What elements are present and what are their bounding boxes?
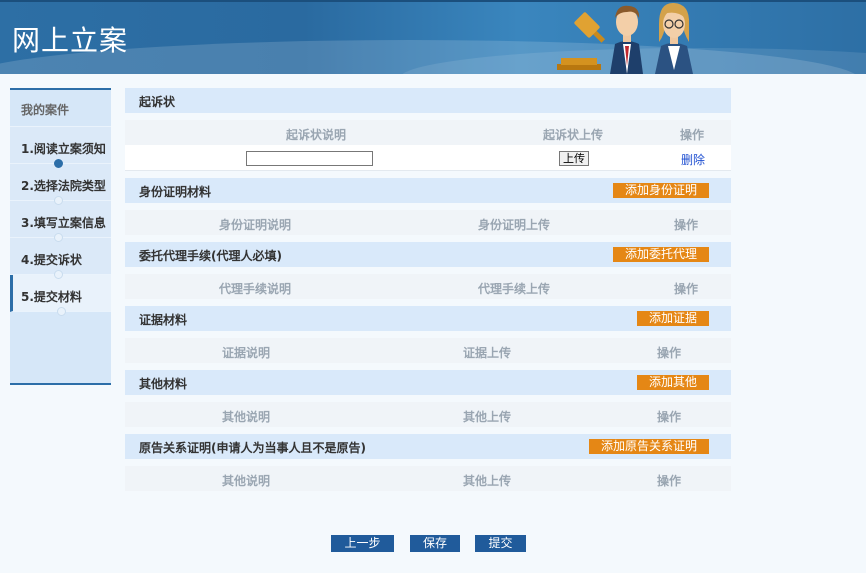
upload-button[interactable]: 上传: [559, 151, 589, 166]
sidebar-step-label: 4.提交诉状: [21, 253, 82, 267]
section-agent-header: 委托代理手续(代理人必填) 添加委托代理: [125, 242, 731, 267]
column-header: 证据说明: [221, 346, 271, 360]
step-dot-icon: [54, 196, 63, 205]
sidebar-step-case-info[interactable]: 3.填写立案信息: [10, 201, 111, 242]
step-dot-icon: [54, 159, 63, 168]
woman-figure: [655, 2, 693, 74]
add-evidence-button[interactable]: 添加证据: [636, 311, 709, 326]
sidebar-step-materials[interactable]: 5.提交材料: [10, 275, 111, 316]
sidebar-step-complaint[interactable]: 4.提交诉状: [10, 238, 111, 279]
section-title: 其他材料: [139, 377, 188, 391]
add-other-button[interactable]: 添加其他: [636, 375, 709, 390]
complaint-description-input[interactable]: [246, 151, 373, 166]
column-header: 其他说明: [221, 474, 271, 488]
column-header-row: 其他说明 其他上传 操作: [125, 402, 731, 427]
section-evidence-header: 证据材料 添加证据: [125, 306, 731, 331]
sidebar-step-court-type[interactable]: 2.选择法院类型: [10, 164, 111, 205]
column-header: 代理手续上传: [477, 282, 551, 296]
sidebar-step-label: 1.阅读立案须知: [21, 142, 106, 156]
column-header: 操作: [673, 282, 699, 296]
add-relation-button[interactable]: 添加原告关系证明: [588, 439, 709, 454]
column-header: 身份证明说明: [218, 218, 292, 232]
column-header-row: 起诉状说明 起诉状上传 操作: [125, 120, 731, 145]
section-title: 起诉状: [139, 95, 176, 109]
complaint-upload-row: 上传 删除: [125, 145, 731, 171]
section-relation-header: 原告关系证明(申请人为当事人且不是原告) 添加原告关系证明: [125, 434, 731, 459]
column-header: 其他上传: [462, 474, 512, 488]
step-dot-icon: [54, 270, 63, 279]
column-header: 操作: [656, 474, 682, 488]
column-header-row: 身份证明说明 身份证明上传 操作: [125, 210, 731, 235]
submit-button[interactable]: 提交: [475, 535, 526, 552]
column-header-row: 代理手续说明 代理手续上传 操作: [125, 274, 731, 299]
banner-top-line: [0, 0, 866, 2]
step-dot-icon: [54, 233, 63, 242]
section-identity-header: 身份证明材料 添加身份证明: [125, 178, 731, 203]
column-header: 起诉状说明: [285, 128, 347, 142]
add-agent-button[interactable]: 添加委托代理: [612, 247, 709, 262]
column-header: 其他上传: [462, 410, 512, 424]
section-other-header: 其他材料 添加其他: [125, 370, 731, 395]
gavel-icon: [557, 12, 606, 70]
column-header: 操作: [673, 218, 699, 232]
sidebar-step-label: 2.选择法院类型: [21, 179, 106, 193]
column-header: 操作: [679, 128, 705, 142]
step-dot-icon: [57, 307, 66, 316]
sidebar-step-label: 3.填写立案信息: [21, 216, 106, 230]
column-header: 其他说明: [221, 410, 271, 424]
column-header: 操作: [656, 346, 682, 360]
man-figure: [610, 5, 643, 74]
column-header: 证据上传: [462, 346, 512, 360]
materials-form: 起诉状 起诉状说明 起诉状上传 操作 上传 删除 身份证明材料 添加身份证明 身…: [125, 88, 731, 491]
column-header: 操作: [656, 410, 682, 424]
add-identity-button[interactable]: 添加身份证明: [612, 183, 709, 198]
column-header: 代理手续说明: [218, 282, 292, 296]
sidebar-heading: 我的案件: [10, 90, 111, 127]
sidebar-step-label: 5.提交材料: [21, 290, 82, 304]
section-title: 证据材料: [139, 313, 188, 327]
section-title: 原告关系证明(申请人为当事人且不是原告): [139, 441, 366, 455]
save-button[interactable]: 保存: [410, 535, 460, 552]
column-header: 起诉状上传: [542, 128, 604, 142]
delete-link[interactable]: 删除: [681, 151, 705, 168]
header-banner: 网上立案: [0, 0, 866, 74]
column-header-row: 其他说明 其他上传 操作: [125, 466, 731, 491]
section-title: 身份证明材料: [139, 185, 212, 199]
column-header: 身份证明上传: [477, 218, 551, 232]
column-header-row: 证据说明 证据上传 操作: [125, 338, 731, 363]
section-title: 委托代理手续(代理人必填): [139, 249, 282, 263]
previous-step-button[interactable]: 上一步: [331, 535, 394, 552]
step-sidebar: 我的案件 1.阅读立案须知 2.选择法院类型 3.填写立案信息 4.提交诉状 5…: [10, 88, 111, 385]
page-title: 网上立案: [12, 24, 129, 57]
lawyers-illustration: [557, 2, 693, 74]
sidebar-step-read-notice[interactable]: 1.阅读立案须知: [10, 127, 111, 168]
section-complaint-header: 起诉状: [125, 88, 731, 113]
